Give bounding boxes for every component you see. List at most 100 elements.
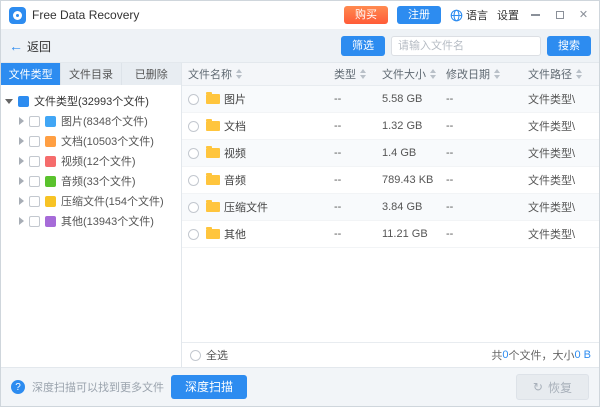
minimize-button[interactable] — [528, 6, 543, 24]
tree-item-images[interactable]: 图片(8348个文件) — [5, 111, 177, 131]
expand-icon[interactable] — [19, 197, 24, 205]
search-input[interactable] — [391, 36, 541, 56]
checkbox[interactable] — [29, 196, 40, 207]
buy-button[interactable]: 购买 — [344, 6, 388, 24]
tree-root-file-types[interactable]: 文件类型(32993个文件) — [5, 91, 177, 111]
expand-icon[interactable] — [19, 157, 24, 165]
language-button[interactable]: 语言 — [450, 7, 488, 23]
tree-item-label: 音频(33个文件) — [61, 173, 136, 189]
minimize-icon — [531, 14, 540, 16]
back-button[interactable]: ← 返回 — [9, 38, 51, 55]
folder-icon — [206, 148, 220, 158]
header-type[interactable]: 类型 — [328, 66, 376, 82]
expand-icon[interactable] — [19, 217, 24, 225]
table-body: 图片 -- 5.58 GB -- 文件类型\ 文档 -- 1.32 GB -- — [182, 86, 599, 342]
audio-type-icon — [45, 176, 56, 187]
folder-icon — [206, 229, 220, 239]
settings-button[interactable]: 设置 — [497, 7, 519, 23]
table-row[interactable]: 压缩文件 -- 3.84 GB -- 文件类型\ — [182, 194, 599, 221]
expand-icon[interactable] — [19, 137, 24, 145]
back-arrow-icon: ← — [9, 39, 23, 53]
file-table: 文件名称 类型 文件大小 修改日期 文件路径 — [182, 63, 599, 367]
other-type-icon — [45, 216, 56, 227]
file-type-tree: 文件类型(32993个文件) 图片(8348个文件) 文档(10503个文件) — [1, 85, 181, 367]
tree-item-videos[interactable]: 视频(12个文件) — [5, 151, 177, 171]
row-checkbox[interactable] — [188, 121, 199, 132]
table-row[interactable]: 音频 -- 789.43 KB -- 文件类型\ — [182, 167, 599, 194]
expand-icon[interactable] — [19, 177, 24, 185]
header-file-name[interactable]: 文件名称 — [182, 66, 328, 82]
archive-type-icon — [45, 196, 56, 207]
expand-icon[interactable] — [19, 117, 24, 125]
collapse-icon[interactable] — [5, 99, 13, 104]
titlebar-actions: 购买 注册 语言 设置 ✕ — [344, 6, 591, 24]
tree-item-other[interactable]: 其他(13943个文件) — [5, 211, 177, 231]
tree-item-audio[interactable]: 音频(33个文件) — [5, 171, 177, 191]
help-icon[interactable]: ? — [11, 380, 25, 394]
filter-button[interactable]: 筛选 — [341, 36, 385, 56]
checkbox[interactable] — [29, 116, 40, 127]
globe-icon — [450, 9, 463, 22]
checkbox[interactable] — [29, 156, 40, 167]
tab-file-directory[interactable]: 文件目录 — [61, 63, 121, 85]
selected-size: 0 B — [574, 349, 591, 361]
table-header: 文件名称 类型 文件大小 修改日期 文件路径 — [182, 63, 599, 86]
table-row[interactable]: 视频 -- 1.4 GB -- 文件类型\ — [182, 140, 599, 167]
sort-icon[interactable] — [494, 69, 501, 79]
header-modified-date[interactable]: 修改日期 — [440, 66, 522, 82]
deep-scan-hint: 深度扫描可以找到更多文件 — [32, 379, 164, 395]
deep-scan-button[interactable]: 深度扫描 — [171, 375, 247, 399]
panel-tabs: 文件类型 文件目录 已删除 — [1, 63, 181, 85]
row-checkbox[interactable] — [188, 148, 199, 159]
tree-item-label: 视频(12个文件) — [61, 153, 136, 169]
tab-file-type[interactable]: 文件类型 — [1, 63, 61, 85]
sort-icon[interactable] — [360, 69, 367, 79]
recover-icon: ↻ — [533, 380, 543, 394]
sort-icon[interactable] — [576, 69, 583, 79]
row-checkbox[interactable] — [188, 175, 199, 186]
table-row[interactable]: 其他 -- 11.21 GB -- 文件类型\ — [182, 221, 599, 248]
video-type-icon — [45, 156, 56, 167]
table-row[interactable]: 文档 -- 1.32 GB -- 文件类型\ — [182, 113, 599, 140]
checkbox[interactable] — [29, 176, 40, 187]
document-type-icon — [45, 136, 56, 147]
select-all-checkbox[interactable] — [190, 350, 201, 361]
register-button[interactable]: 注册 — [397, 6, 441, 24]
folder-icon — [206, 121, 220, 131]
table-footer: 全选 共 0 个文件，大小 0 B — [182, 342, 599, 367]
maximize-button[interactable] — [552, 6, 567, 24]
tree-root-label: 文件类型(32993个文件) — [34, 93, 149, 109]
row-checkbox[interactable] — [188, 94, 199, 105]
sort-icon[interactable] — [236, 69, 243, 79]
tree-item-label: 其他(13943个文件) — [61, 213, 154, 229]
file-types-icon — [18, 96, 29, 107]
app-window: Free Data Recovery 购买 注册 语言 设置 ✕ ← 返回 筛选… — [0, 0, 600, 407]
back-label: 返回 — [27, 38, 51, 55]
sort-icon[interactable] — [430, 69, 437, 79]
folder-icon — [206, 175, 220, 185]
tree-item-label: 文档(10503个文件) — [61, 133, 154, 149]
select-all-label: 全选 — [206, 347, 228, 363]
search-button[interactable]: 搜索 — [547, 36, 591, 56]
folder-icon — [206, 94, 220, 104]
tree-item-label: 压缩文件(154个文件) — [61, 193, 164, 209]
header-file-size[interactable]: 文件大小 — [376, 66, 440, 82]
checkbox[interactable] — [29, 136, 40, 147]
app-title: Free Data Recovery — [32, 8, 139, 22]
tab-deleted[interactable]: 已删除 — [122, 63, 181, 85]
row-checkbox[interactable] — [188, 202, 199, 213]
tree-item-label: 图片(8348个文件) — [61, 113, 148, 129]
table-row[interactable]: 图片 -- 5.58 GB -- 文件类型\ — [182, 86, 599, 113]
selection-summary: 共 0 个文件，大小 0 B — [491, 347, 591, 363]
checkbox[interactable] — [29, 216, 40, 227]
maximize-icon — [556, 11, 564, 19]
tree-item-documents[interactable]: 文档(10503个文件) — [5, 131, 177, 151]
toolbar: ← 返回 筛选 搜索 — [1, 30, 599, 63]
tree-item-archives[interactable]: 压缩文件(154个文件) — [5, 191, 177, 211]
recover-button[interactable]: ↻ 恢复 — [516, 374, 589, 400]
app-logo-icon — [9, 7, 26, 24]
header-file-path[interactable]: 文件路径 — [522, 66, 599, 82]
row-checkbox[interactable] — [188, 229, 199, 240]
close-button[interactable]: ✕ — [576, 6, 591, 24]
left-panel: 文件类型 文件目录 已删除 文件类型(32993个文件) 图片(8348个文件) — [1, 63, 182, 367]
